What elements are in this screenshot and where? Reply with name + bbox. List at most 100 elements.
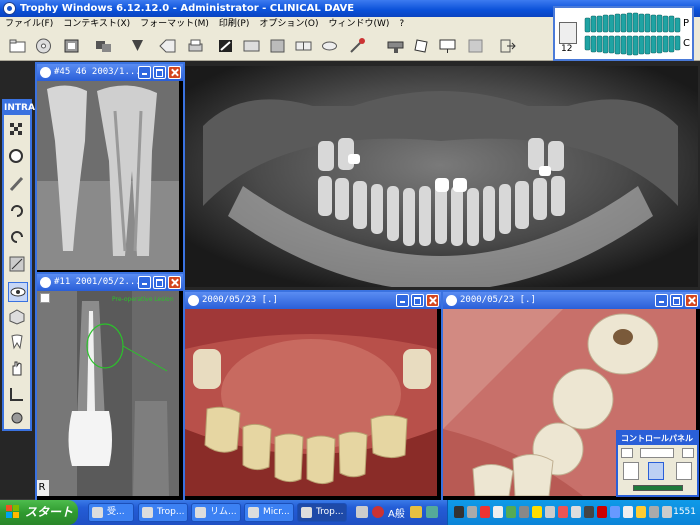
frame-icon[interactable] — [242, 37, 261, 55]
exit-icon[interactable] — [498, 37, 517, 55]
window-title-bar[interactable]: 2000/05/23 [.] — [443, 292, 700, 309]
window-title-bar[interactable]: #11 2001/05/2... — [37, 274, 183, 291]
rotate-left-icon[interactable] — [8, 202, 26, 220]
eye-icon[interactable] — [8, 282, 28, 302]
taskbar-item[interactable]: リム... — [191, 503, 241, 522]
tray-icon[interactable] — [506, 506, 516, 518]
maximize-button[interactable] — [670, 294, 683, 307]
tray-icon[interactable] — [467, 506, 477, 518]
stamp-icon[interactable] — [386, 37, 405, 55]
menu-print[interactable]: 印刷(P) — [214, 17, 254, 32]
quicklaunch-icon[interactable] — [356, 506, 368, 518]
minimize-button[interactable] — [396, 294, 409, 307]
layout-icon[interactable] — [268, 37, 287, 55]
photo-window-1[interactable]: 2000/05/23 [.] — [183, 290, 443, 502]
enhance-icon[interactable] — [216, 37, 235, 55]
taskbar-item[interactable]: 受... — [88, 503, 134, 522]
taskbar-item[interactable]: Micr... — [244, 503, 294, 522]
xray-window-45-46[interactable]: #45 46 2003/1... — [35, 62, 185, 276]
phone-icon[interactable] — [559, 22, 577, 44]
speaker-icon[interactable] — [662, 506, 672, 518]
menu-window[interactable]: ウィンドウ(W) — [323, 17, 394, 32]
tools-icon[interactable] — [348, 37, 367, 55]
cube-icon[interactable] — [8, 308, 26, 326]
display-mode-icon[interactable] — [94, 37, 113, 55]
tray-icon[interactable] — [454, 506, 464, 518]
angle-icon[interactable] — [8, 385, 26, 403]
tooth-icon[interactable] — [8, 333, 26, 351]
menu-options[interactable]: オプション(O) — [254, 17, 323, 32]
maximize-button[interactable] — [411, 294, 424, 307]
print-icon[interactable] — [186, 37, 205, 55]
menu-context[interactable]: コンテキスト(X) — [58, 17, 135, 32]
level-slider[interactable] — [633, 485, 683, 491]
minimize-icon[interactable] — [621, 448, 633, 458]
pencil-icon[interactable] — [8, 175, 26, 193]
minimize-button[interactable] — [655, 294, 668, 307]
taskbar-item-active[interactable]: Trop... — [297, 503, 347, 522]
maximize-button[interactable] — [153, 66, 166, 79]
tray-icon[interactable] — [493, 506, 503, 518]
tray-icon[interactable] — [623, 506, 633, 518]
checker-pattern-icon[interactable] — [8, 121, 26, 139]
settings-icon[interactable] — [8, 409, 26, 427]
tray-icon[interactable] — [584, 506, 594, 518]
xray-window-11[interactable]: #11 2001/05/2... Pre-operative Lesion R — [35, 272, 185, 502]
quicklaunch-icon[interactable] — [372, 506, 384, 518]
open-folder-icon[interactable] — [8, 37, 27, 55]
window-title-bar[interactable]: 2000/05/23 [.] — [185, 292, 441, 309]
tray-icon[interactable] — [636, 506, 646, 518]
capture-icon[interactable] — [466, 37, 485, 55]
tray-icon[interactable] — [480, 506, 490, 518]
start-button[interactable]: スタート — [0, 500, 78, 525]
close-button[interactable] — [168, 276, 181, 289]
magnifier-icon[interactable] — [8, 148, 26, 166]
xray-image-11[interactable]: Pre-operative Lesion R — [37, 291, 183, 500]
control-panel[interactable]: コントロールパネル — [616, 430, 699, 497]
minimize-button[interactable] — [138, 66, 151, 79]
pill-icon[interactable] — [320, 37, 339, 55]
tray-icon[interactable] — [532, 506, 542, 518]
sort-icon[interactable] — [128, 37, 147, 55]
maximize-button[interactable] — [153, 276, 166, 289]
close-icon[interactable] — [682, 448, 694, 458]
dental-chart-panel[interactable]: 12 P C — [553, 6, 694, 61]
close-button[interactable] — [685, 294, 698, 307]
tray-icon[interactable] — [519, 506, 529, 518]
menu-help[interactable]: ? — [394, 17, 409, 32]
menu-file[interactable]: ファイル(F) — [0, 17, 58, 32]
measure-icon[interactable] — [8, 255, 26, 273]
xray-image-45-46[interactable] — [37, 81, 183, 274]
dental-chart-icon[interactable] — [583, 12, 681, 56]
tag-icon[interactable] — [158, 37, 177, 55]
rotate-icon[interactable] — [412, 37, 431, 55]
presentation-icon[interactable] — [438, 37, 457, 55]
ime-tool-icon[interactable] — [426, 506, 438, 518]
power-icon[interactable] — [623, 462, 639, 480]
taskbar-item[interactable]: Trop... — [138, 503, 188, 522]
close-button[interactable] — [168, 66, 181, 79]
close-button[interactable] — [426, 294, 439, 307]
tray-icon[interactable] — [649, 506, 659, 518]
app-icon[interactable] — [3, 2, 16, 15]
minimize-button[interactable] — [138, 276, 151, 289]
disc-icon[interactable] — [34, 37, 53, 55]
tray-icon[interactable] — [558, 506, 568, 518]
ime-indicator[interactable]: A般 — [388, 505, 405, 520]
camera-icon[interactable] — [648, 462, 664, 480]
tray-icon[interactable] — [610, 506, 620, 518]
menu-format[interactable]: フォーマット(M) — [135, 17, 214, 32]
light-icon[interactable] — [676, 462, 692, 480]
import-icon[interactable] — [62, 37, 81, 55]
intraoral-photo-1[interactable] — [185, 309, 441, 500]
tray-icon[interactable] — [571, 506, 581, 518]
compare-icon[interactable] — [294, 37, 313, 55]
hand-icon[interactable] — [8, 359, 26, 377]
tray-icon[interactable] — [545, 506, 555, 518]
panoramic-xray[interactable] — [183, 66, 698, 291]
window-title-bar[interactable]: #45 46 2003/1... — [37, 64, 183, 81]
rotate-right-icon[interactable] — [8, 228, 26, 246]
tray-icon[interactable] — [597, 506, 607, 518]
ime-tool-icon[interactable] — [410, 506, 422, 518]
clock[interactable]: 1551 — [673, 500, 696, 525]
